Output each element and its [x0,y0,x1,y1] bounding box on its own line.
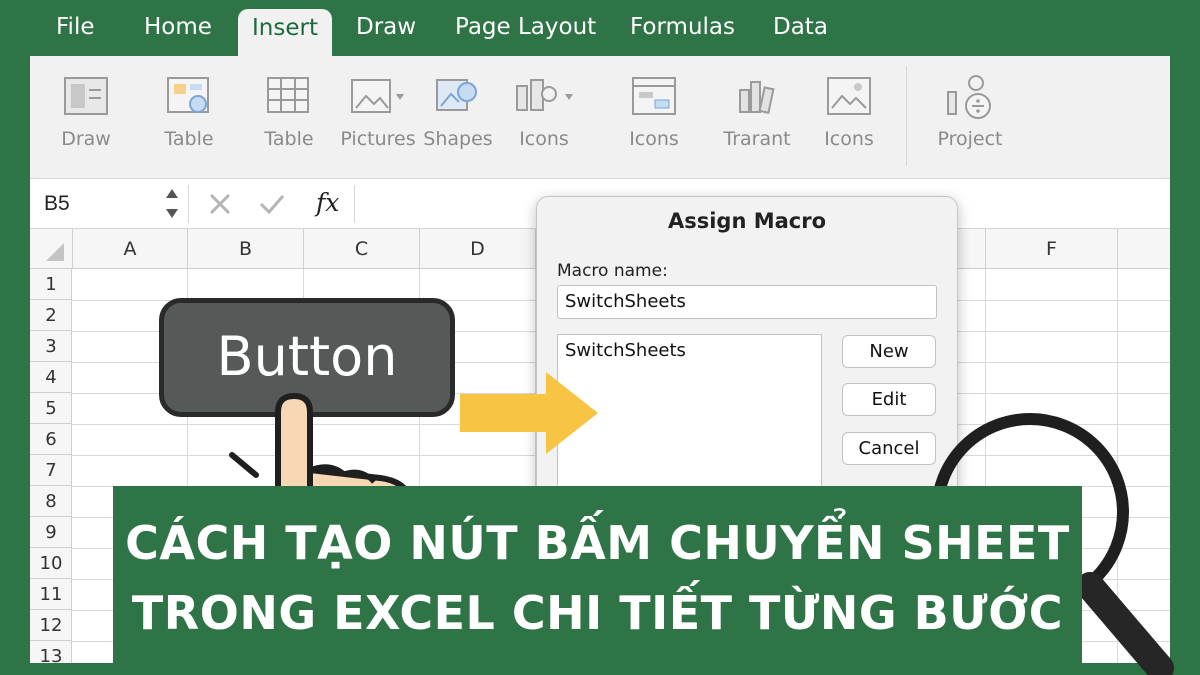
banner-line-2: TRONG EXCEL CHI TIẾT TỪNG BƯỚC [131,586,1064,640]
banner-line-1: CÁCH TẠO NÚT BẤM CHUYỂN SHEET [125,516,1070,570]
title-banner: CÁCH TẠO NÚT BẤM CHUYỂN SHEET TRONG EXCE… [113,486,1082,675]
